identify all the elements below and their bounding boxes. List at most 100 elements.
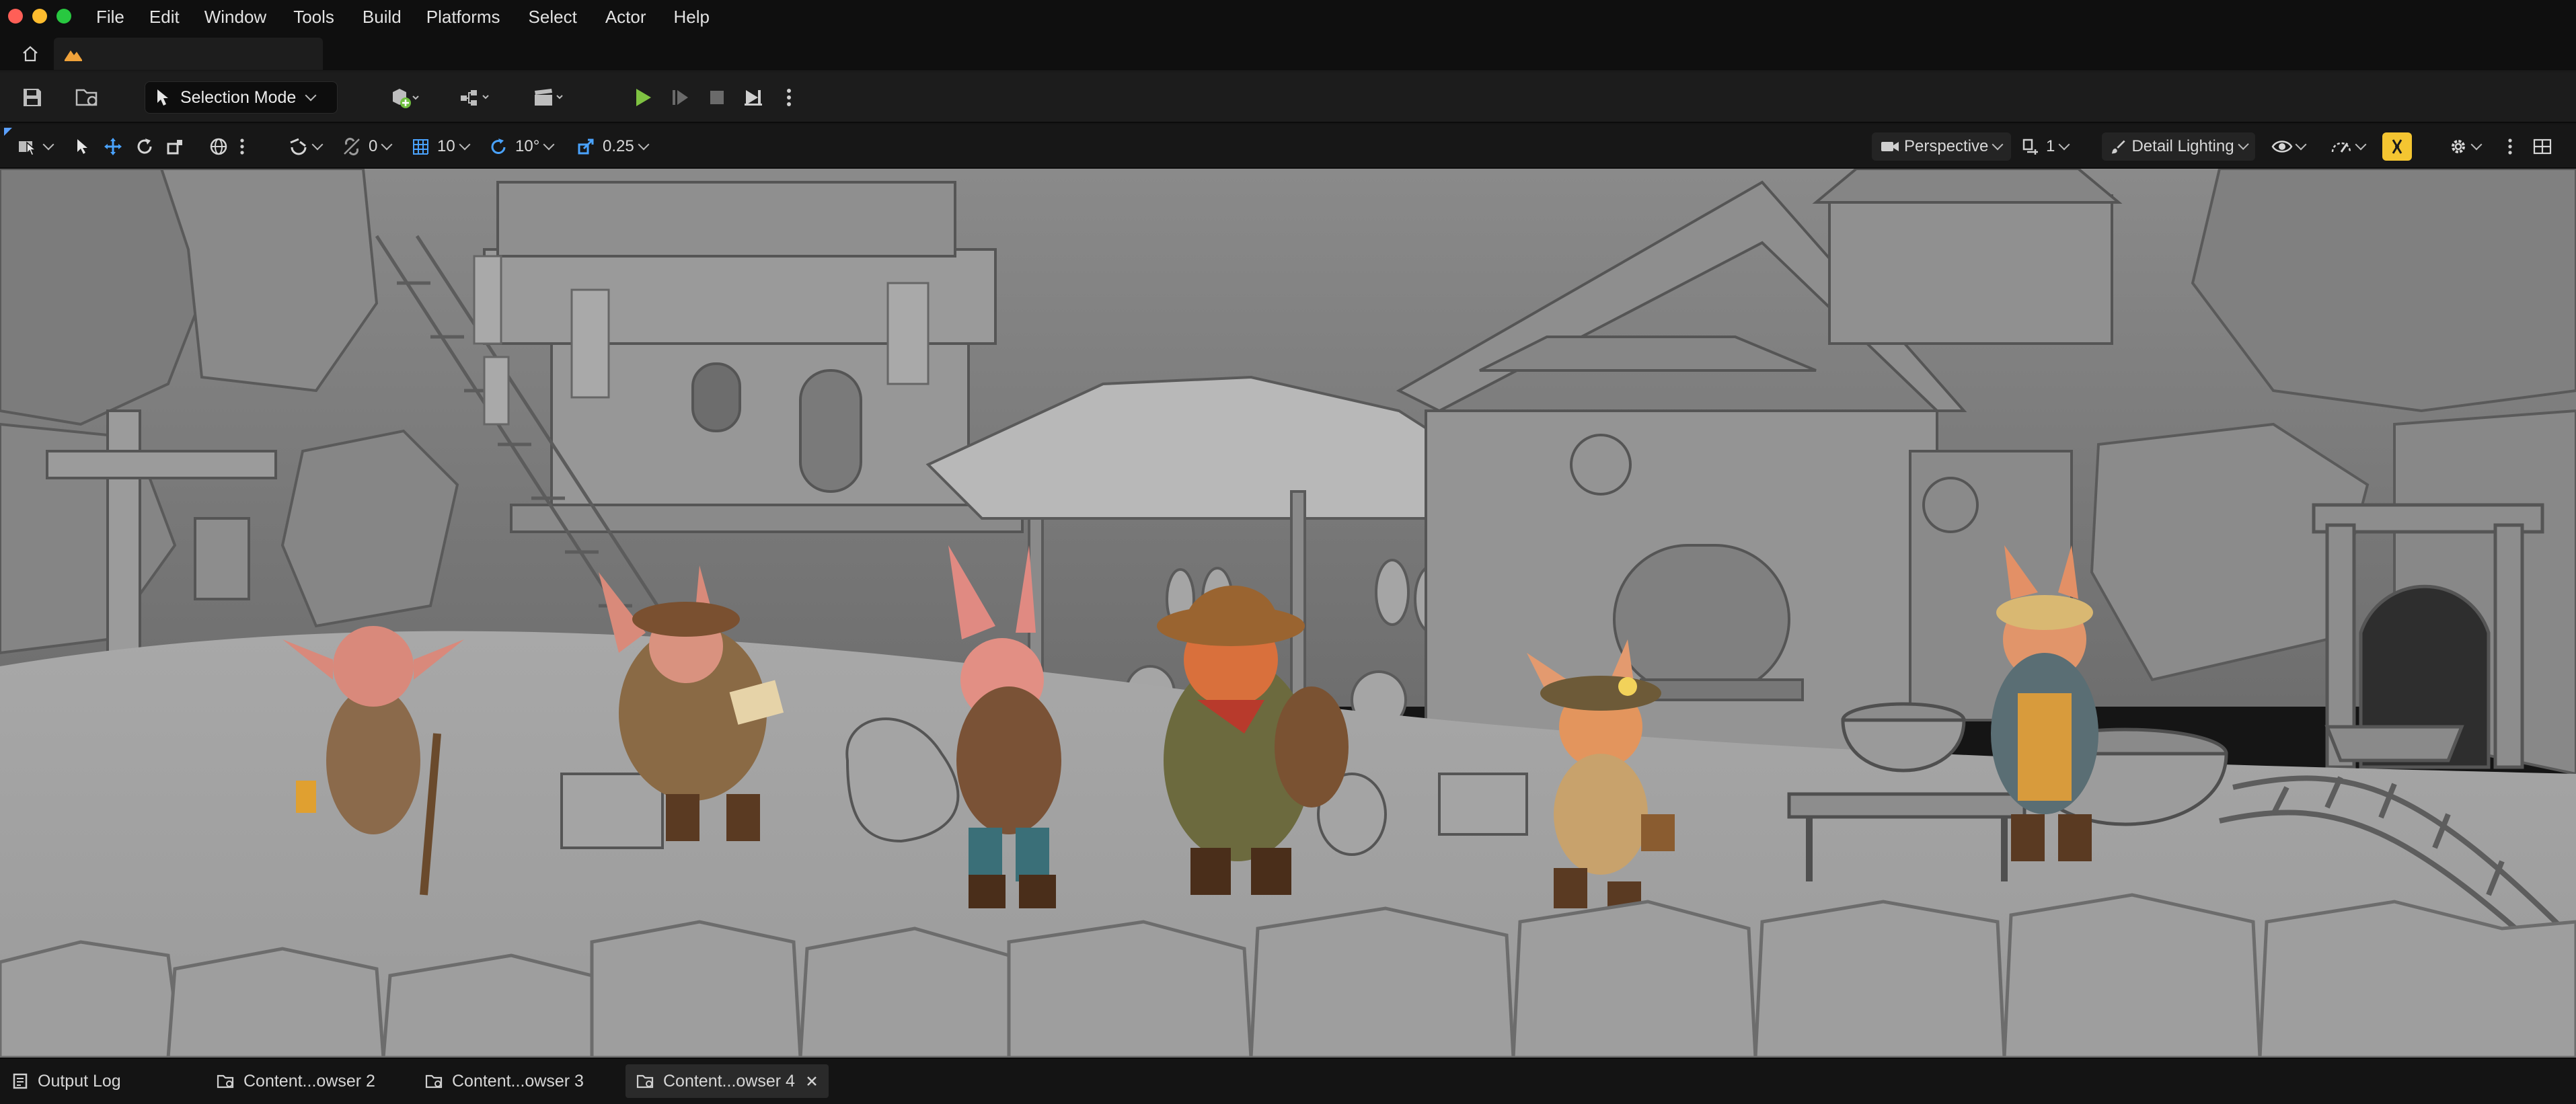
save-icon [24,89,41,106]
chevron-down-icon [2470,139,2483,151]
grid-snap-dropdown[interactable]: 0 [342,132,393,161]
camera-speed-icon [2022,139,2038,155]
menu-window[interactable]: Window [204,0,293,34]
add-actor-icon [393,89,419,108]
chevron-down-icon [2058,139,2070,151]
menu-help[interactable]: Help [674,0,727,34]
chevron-down-icon [2238,139,2249,151]
eye-icon [2271,141,2293,153]
chevron-down-icon [305,89,317,102]
content-browser-2-tab[interactable]: Content...owser 2 [217,1064,375,1098]
cursor-icon [157,89,168,106]
blueprints-button[interactable] [450,81,500,114]
level-tab[interactable] [54,38,323,70]
play-icon [636,89,651,106]
chevron-down-icon [381,139,393,151]
more-vertical-icon [787,89,791,106]
step-forward-icon [673,90,688,105]
viewport-corner-marker [4,128,12,136]
more-vertical-icon [240,139,244,155]
browse-level-button[interactable] [70,81,105,114]
chevron-down-icon [2355,139,2367,151]
rotate-tool-button[interactable] [135,132,155,161]
window-close-button[interactable] [8,9,23,24]
output-log-label: Output Log [38,1071,121,1091]
stop-icon [710,91,724,104]
eject-icon [745,90,762,106]
content-browser-2-label: Content...owser 2 [243,1071,375,1091]
menu-file[interactable]: File [96,0,149,34]
chevron-down-icon [543,139,555,151]
camera-speed-value: 1 [2046,137,2055,155]
translate-icon [104,138,122,155]
chevron-down-icon [42,139,54,151]
output-log-tab[interactable]: Output Log [12,1064,121,1098]
scale-snap-value: 0.25 [603,137,634,155]
menu-tools[interactable]: Tools [293,0,363,34]
view-type-dropdown[interactable]: Perspective [1872,132,2011,161]
clapperboard-icon [535,89,563,106]
menu-bar: File Edit Window Tools Build Platforms S… [0,0,2576,34]
realtime-toggle[interactable] [2382,132,2412,161]
content-browser-icon [217,1074,234,1089]
camera-speed-dropdown[interactable]: 1 [2022,132,2070,161]
blueprint-icon [461,90,489,106]
document-tab-bar [0,34,2576,71]
transform-options-menu[interactable] [239,132,245,161]
stop-button[interactable] [702,81,732,114]
cinematics-button[interactable] [523,81,573,114]
scale-tool-button[interactable] [165,132,184,161]
scene-render [0,169,2576,1058]
scale-icon [167,140,182,155]
magnet-icon [290,138,307,155]
location-snap-dropdown[interactable]: 10 [410,132,471,161]
camera-icon [1881,142,1899,151]
rotation-snap-dropdown[interactable]: 10° [488,132,555,161]
select-mode-dropdown[interactable] [17,132,54,161]
menu-build[interactable]: Build [363,0,426,34]
scalability-dropdown[interactable] [2330,132,2367,161]
more-vertical-icon [2508,139,2512,155]
play-options-menu[interactable] [782,81,796,114]
bottom-drawer-bar [0,1058,2576,1104]
translate-tool-button[interactable] [103,132,123,161]
performance-gauge-icon [2331,142,2351,153]
home-tab[interactable] [13,38,47,70]
realtime-icon [2392,139,2402,154]
content-browser-3-tab[interactable]: Content...owser 3 [425,1064,584,1098]
viewport-layout-button[interactable] [2532,132,2552,161]
show-flags-dropdown[interactable] [2271,132,2307,161]
level-viewport[interactable] [0,169,2576,1058]
menu-platforms[interactable]: Platforms [426,0,529,34]
coordinate-space-button[interactable] [209,132,229,161]
eject-button[interactable] [738,81,769,114]
add-actor-button[interactable] [381,81,429,114]
scale-snap-dropdown[interactable]: 0.25 [576,132,650,161]
viewport-options-menu[interactable] [2507,132,2513,161]
main-menu: File Edit Window Tools Build Platforms S… [96,0,727,34]
save-button[interactable] [15,81,50,114]
menu-edit[interactable]: Edit [149,0,204,34]
rotation-snap-icon [491,139,506,154]
viewport-settings-dropdown[interactable] [2448,132,2483,161]
window-minimize-button[interactable] [32,9,47,24]
location-grid-icon [413,139,428,155]
chevron-down-icon [459,139,471,151]
menu-select[interactable]: Select [529,0,605,34]
window-maximize-button[interactable] [56,9,71,24]
play-button[interactable] [626,81,660,114]
selection-mode-dropdown[interactable]: Selection Mode [145,81,338,114]
level-icon [65,50,82,61]
select-tool-button[interactable] [74,132,90,161]
globe-icon [210,138,227,155]
rotate-icon [137,139,152,154]
close-icon[interactable] [806,1075,818,1087]
chevron-down-icon [1992,139,2004,151]
select-arrow-icon [77,139,87,154]
surface-snap-dropdown[interactable] [288,132,324,161]
content-browser-4-tab[interactable]: Content...owser 4 [626,1064,829,1098]
view-mode-dropdown[interactable]: Detail Lighting [2102,132,2255,161]
grid-snap-value: 0 [369,137,378,155]
menu-actor[interactable]: Actor [605,0,674,34]
step-button[interactable] [665,81,695,114]
